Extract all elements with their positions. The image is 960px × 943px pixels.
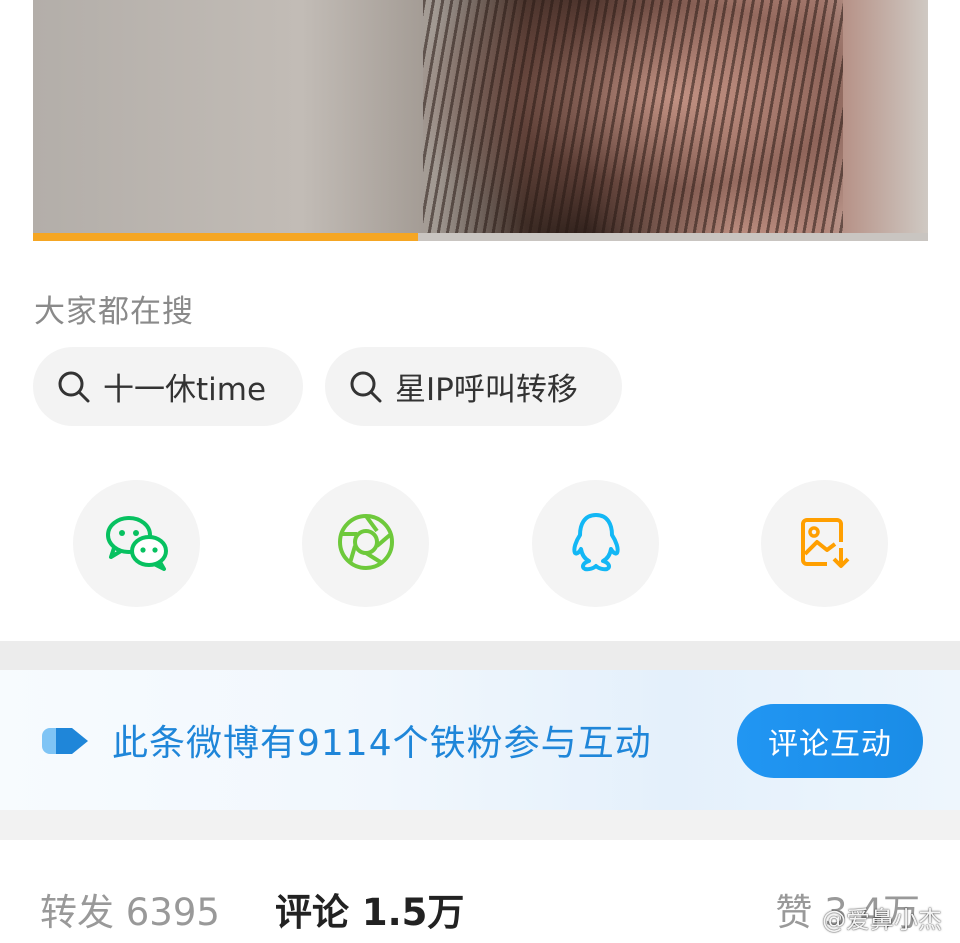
wechat-icon bbox=[104, 513, 170, 575]
video-frame bbox=[423, 0, 843, 241]
watermark: @爱鼻小杰 bbox=[822, 906, 942, 934]
qq-icon bbox=[569, 511, 623, 577]
save-image-button[interactable] bbox=[761, 480, 888, 607]
search-chip-label: 十一休time bbox=[103, 372, 267, 408]
post-stats-bar: 转发 6395 评论 1.5万 赞 3.4万 bbox=[0, 840, 960, 943]
fan-interaction-banner[interactable]: 此条微博有9114个铁粉参与互动 评论互动 bbox=[0, 670, 960, 810]
share-moments-button[interactable] bbox=[302, 480, 429, 607]
comment-interact-button[interactable]: 评论互动 bbox=[737, 704, 923, 778]
section-divider bbox=[0, 810, 960, 840]
search-chip-2[interactable]: 星IP呼叫转移 bbox=[325, 347, 622, 426]
search-chip-1[interactable]: 十一休time bbox=[33, 347, 303, 426]
forward-count[interactable]: 转发 6395 bbox=[40, 882, 220, 936]
moments-icon bbox=[336, 512, 396, 576]
search-section-title: 大家都在搜 bbox=[34, 294, 194, 330]
video-progress-fill bbox=[33, 233, 418, 241]
video-player[interactable] bbox=[33, 0, 928, 241]
section-divider bbox=[0, 641, 960, 670]
comment-count[interactable]: 评论 1.5万 bbox=[275, 882, 464, 936]
share-wechat-button[interactable] bbox=[73, 480, 200, 607]
save-image-icon bbox=[797, 514, 853, 574]
search-icon bbox=[57, 370, 91, 404]
share-qq-button[interactable] bbox=[532, 480, 659, 607]
fan-interaction-text: 此条微博有9114个铁粉参与互动 bbox=[112, 723, 652, 764]
search-chip-label: 星IP呼叫转移 bbox=[395, 372, 578, 408]
weibo-video-logo-icon bbox=[42, 726, 90, 760]
search-icon bbox=[349, 370, 383, 404]
